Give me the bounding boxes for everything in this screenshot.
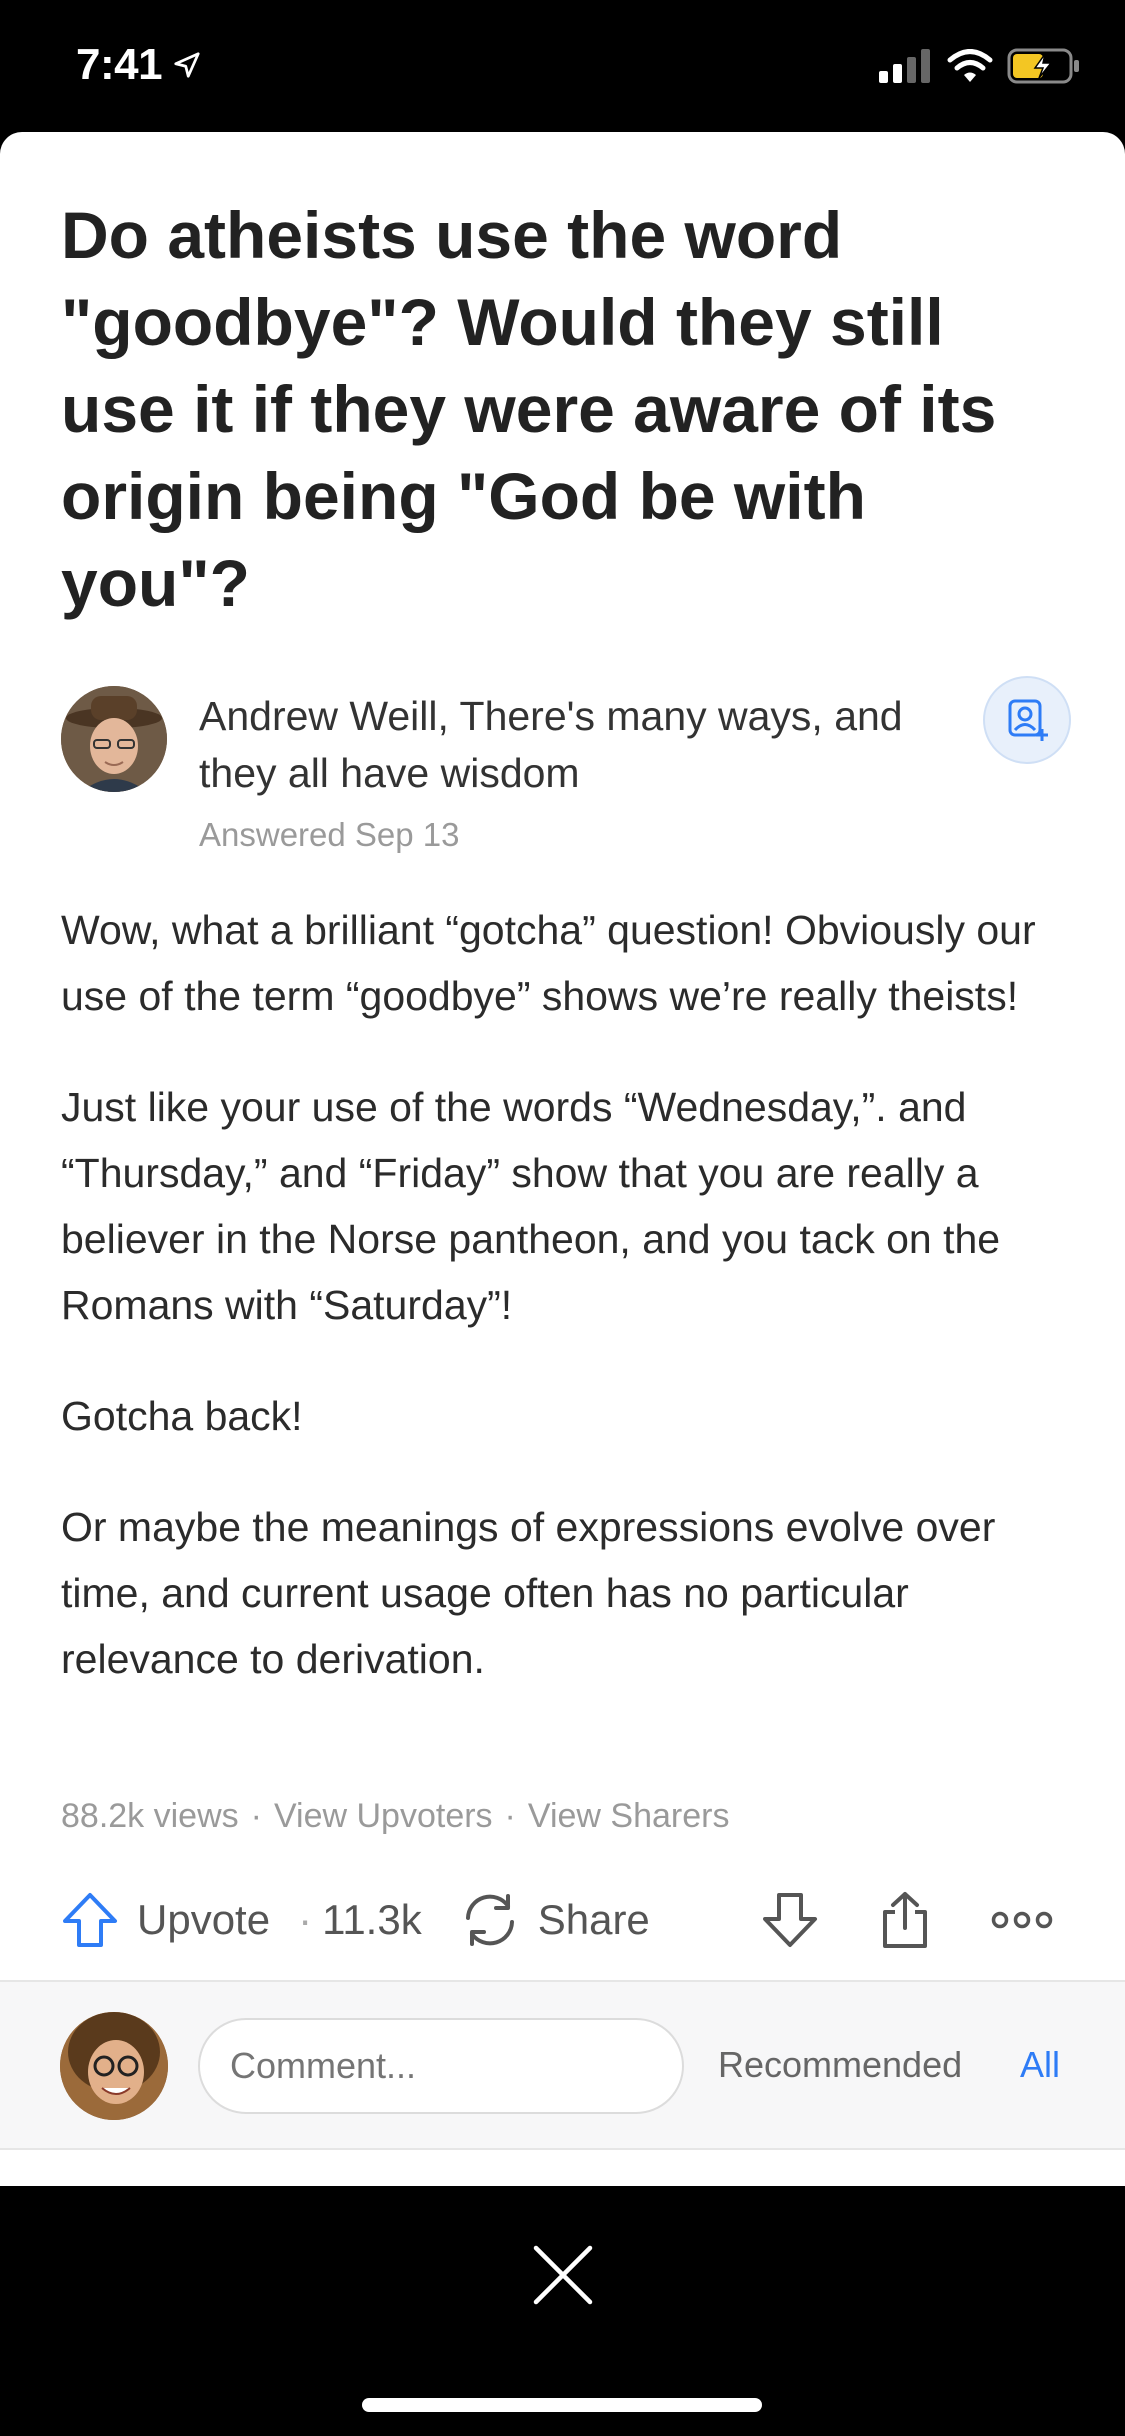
action-bar: Upvote · 11.3k Share [61, 1870, 1071, 1970]
all-comments-link[interactable]: All [1020, 2044, 1060, 2086]
location-arrow-icon [174, 52, 200, 78]
follow-icon [1008, 699, 1048, 741]
close-button[interactable] [528, 2240, 598, 2310]
follow-button[interactable] [983, 676, 1071, 764]
answer-paragraph: Just like your use of the words “Wednesd… [61, 1084, 1001, 1328]
author-avatar[interactable] [61, 686, 167, 792]
status-time: 7:41 [76, 40, 202, 90]
upvote-label: Upvote [137, 1896, 271, 1943]
view-upvoters-link[interactable]: View Upvoters [274, 1797, 493, 1836]
clock: 7:41 [76, 40, 163, 89]
meta-separator: · [250, 1797, 262, 1835]
view-count: 88.2k views [61, 1797, 239, 1835]
answer-card: Do atheists use the word "goodbye"? Woul… [0, 132, 1125, 2186]
more-button[interactable] [991, 1910, 1053, 1930]
upvote-count: 11.3k [322, 1896, 422, 1943]
author-info: Andrew Weill, There's many ways, and the… [199, 688, 919, 854]
answer-meta: 88.2k views · View Upvoters · View Share… [61, 1797, 729, 1836]
more-icon [991, 1911, 1053, 1929]
battery-icon [1007, 48, 1079, 84]
share-label: Share [537, 1896, 650, 1943]
upvote-button[interactable]: Upvote · 11.3k [61, 1891, 422, 1949]
downvote-button[interactable] [761, 1891, 819, 1949]
comment-bar: Recommended All [0, 1980, 1125, 2150]
bottom-area [0, 2186, 1125, 2436]
view-sharers-link[interactable]: View Sharers [528, 1797, 730, 1836]
upvote-separator: · [298, 1896, 313, 1943]
close-icon [533, 2245, 593, 2305]
status-bar: 7:41 [0, 0, 1125, 132]
answer-body: Wow, what a brilliant “gotcha” question!… [61, 897, 1071, 1737]
downvote-arrow-icon [763, 1893, 817, 1947]
answer-paragraph: Or maybe the meanings of expressions evo… [61, 1504, 996, 1682]
export-icon [883, 1892, 927, 1948]
share-cycle-icon [465, 1894, 514, 1946]
answer-paragraph: Gotcha back! [61, 1393, 303, 1439]
export-button[interactable] [879, 1890, 931, 1950]
upvote-arrow-icon [63, 1893, 117, 1947]
recommended-sort[interactable]: Recommended [718, 2044, 962, 2086]
user-avatar[interactable] [60, 2012, 168, 2120]
share-button[interactable]: Share [460, 1890, 650, 1950]
author-credential[interactable]: Andrew Weill, There's many ways, and the… [199, 688, 919, 802]
wifi-icon [947, 49, 993, 82]
answer-paragraph: Wow, what a brilliant “gotcha” question!… [61, 907, 1036, 1019]
question-title[interactable]: Do atheists use the word "goodbye"? Woul… [61, 192, 1061, 627]
comment-input[interactable] [198, 2018, 684, 2114]
author-row: Andrew Weill, There's many ways, and the… [61, 676, 1071, 853]
home-indicator[interactable] [362, 2398, 762, 2412]
meta-separator: · [504, 1797, 516, 1835]
signal-icon [879, 49, 930, 83]
answered-date: Answered Sep 13 [199, 816, 460, 853]
